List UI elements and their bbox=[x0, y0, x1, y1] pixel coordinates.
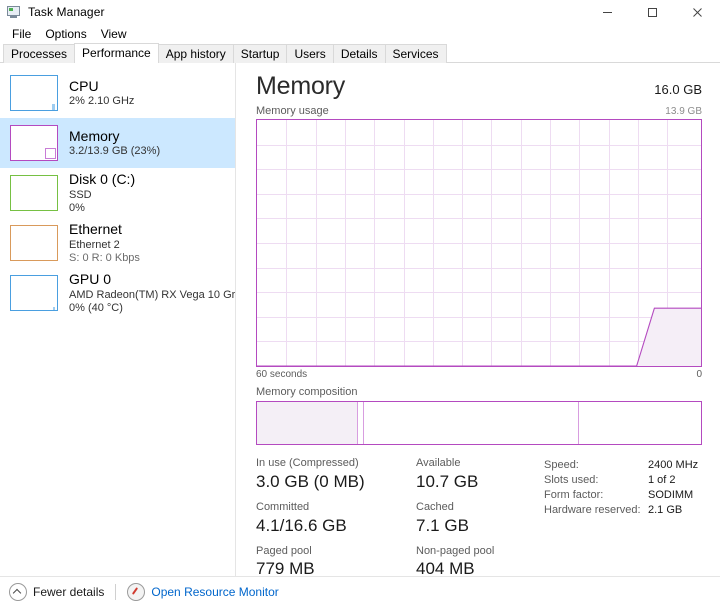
title-bar: Task Manager bbox=[0, 0, 720, 24]
graph-title: Memory usage bbox=[256, 105, 329, 117]
memory-usage-graph[interactable] bbox=[256, 119, 702, 367]
composition-title: Memory composition bbox=[256, 386, 358, 398]
stat-cached-label: Cached bbox=[416, 500, 454, 513]
maximize-button[interactable] bbox=[630, 0, 675, 24]
minimize-button[interactable] bbox=[585, 0, 630, 24]
sidebar-item-cpu-sub: 2% 2.10 GHz bbox=[69, 95, 135, 108]
ethernet-thumbnail-icon bbox=[10, 225, 58, 261]
stat-available-value: 10.7 GB bbox=[416, 471, 479, 491]
tab-app-history[interactable]: App history bbox=[157, 44, 234, 63]
info-speed-key: Speed: bbox=[544, 459, 579, 471]
info-speed-value: 2400 MHz bbox=[648, 459, 699, 471]
composition-segment-in-use[interactable] bbox=[257, 402, 357, 444]
memory-detail-panel: Memory 16.0 GB Memory usage 13.9 GB 60 s… bbox=[236, 63, 720, 578]
sidebar-item-memory-sub: 3.2/13.9 GB (23%) bbox=[69, 145, 161, 158]
stat-available: Available 10.7 GB bbox=[416, 457, 544, 493]
sidebar-item-memory-title: Memory bbox=[69, 127, 120, 144]
window-title: Task Manager bbox=[28, 5, 105, 19]
stat-in-use-value: 3.0 GB (0 MB) bbox=[256, 471, 365, 491]
composition-segment-free[interactable] bbox=[578, 402, 701, 444]
fewer-details-button[interactable]: Fewer details bbox=[9, 583, 104, 601]
fewer-details-label: Fewer details bbox=[33, 585, 105, 599]
tab-processes[interactable]: Processes bbox=[3, 44, 76, 63]
info-slots-used-key: Slots used: bbox=[544, 473, 599, 486]
info-form-factor-value: SODIMM bbox=[648, 488, 694, 501]
sidebar-item-memory[interactable]: Memory 3.2/13.9 GB (23%) bbox=[0, 118, 235, 168]
sidebar-item-disk[interactable]: Disk 0 (C:) SSD 0% bbox=[0, 168, 235, 218]
info-slots-used: Slots used: 1 of 2 bbox=[544, 473, 702, 488]
sidebar-item-disk-title: Disk 0 (C:) bbox=[69, 171, 136, 188]
hardware-info: Speed: 2400 MHz Slots used: 1 of 2 Form … bbox=[544, 457, 702, 589]
graph-header: Memory usage 13.9 GB bbox=[256, 105, 702, 117]
sidebar-item-ethernet-sub1: Ethernet 2 bbox=[69, 238, 120, 251]
info-hardware-reserved-value: 2.1 GB bbox=[648, 503, 683, 516]
task-manager-icon bbox=[6, 4, 22, 20]
window-controls bbox=[585, 0, 720, 24]
menu-item-view[interactable]: View bbox=[94, 26, 134, 42]
stat-in-use: In use (Compressed) 3.0 GB (0 MB) bbox=[256, 457, 416, 493]
resource-monitor-icon bbox=[127, 583, 146, 601]
memory-usage-plot bbox=[257, 120, 701, 366]
sidebar-item-cpu[interactable]: CPU 2% 2.10 GHz bbox=[0, 68, 235, 118]
stat-committed-value: 4.1/16.6 GB bbox=[256, 515, 347, 535]
sidebar-item-disk-sub1: SSD bbox=[69, 188, 92, 201]
page-title: Memory bbox=[256, 72, 346, 100]
menu-bar: File Options View bbox=[0, 24, 720, 43]
sidebar-item-gpu-sub2: 0% (40 °C) bbox=[69, 301, 123, 314]
tab-details[interactable]: Details bbox=[332, 44, 386, 63]
stats-column-mid: Available 10.7 GB Cached 7.1 GB Non-page… bbox=[416, 457, 544, 589]
tab-services[interactable]: Services bbox=[384, 44, 447, 63]
stat-in-use-label: In use (Compressed) bbox=[256, 457, 359, 469]
stat-committed-label: Committed bbox=[256, 500, 310, 513]
memory-statistics: In use (Compressed) 3.0 GB (0 MB) Commit… bbox=[256, 457, 702, 589]
menu-item-options[interactable]: Options bbox=[38, 26, 93, 42]
info-speed: Speed: 2400 MHz bbox=[544, 458, 702, 473]
gpu-thumbnail-icon bbox=[10, 275, 58, 311]
tab-startup[interactable]: Startup bbox=[232, 44, 288, 63]
resource-sidebar: CPU 2% 2.10 GHz Memory 3.2/13.9 GB (23%)… bbox=[0, 63, 236, 576]
sidebar-item-gpu-title: GPU 0 bbox=[69, 271, 112, 288]
stats-column-left: In use (Compressed) 3.0 GB (0 MB) Commit… bbox=[256, 457, 416, 589]
graph-axis-left: 60 seconds bbox=[256, 369, 308, 380]
graph-max-label: 13.9 GB bbox=[665, 106, 702, 117]
memory-composition-bar[interactable] bbox=[256, 401, 702, 445]
memory-thumbnail-icon bbox=[10, 125, 58, 161]
sidebar-item-ethernet-sub2: S: 0 R: 0 Kbps bbox=[69, 251, 140, 264]
graph-axis-labels: 60 seconds 0 bbox=[256, 369, 702, 380]
stat-paged-pool-label: Paged pool bbox=[256, 544, 312, 557]
tab-users[interactable]: Users bbox=[286, 44, 334, 63]
cpu-thumbnail-icon bbox=[10, 75, 58, 111]
info-form-factor: Form factor: SODIMM bbox=[544, 488, 702, 503]
status-separator bbox=[115, 584, 117, 600]
graph-axis-right: 0 bbox=[696, 369, 702, 380]
stat-committed: Committed 4.1/16.6 GB bbox=[256, 501, 416, 537]
content-area: CPU 2% 2.10 GHz Memory 3.2/13.9 GB (23%)… bbox=[0, 63, 720, 578]
total-memory-value: 16.0 GB bbox=[654, 82, 702, 97]
close-button[interactable] bbox=[675, 0, 720, 24]
status-bar: Fewer details Open Resource Monitor bbox=[0, 576, 720, 607]
stat-non-paged-pool-label: Non-paged pool bbox=[416, 544, 495, 557]
disk-thumbnail-icon bbox=[10, 175, 58, 211]
sidebar-item-cpu-title: CPU bbox=[69, 77, 99, 94]
sidebar-item-ethernet[interactable]: Ethernet Ethernet 2 S: 0 R: 0 Kbps bbox=[0, 218, 235, 268]
stat-cached: Cached 7.1 GB bbox=[416, 501, 544, 537]
sidebar-item-gpu-sub1: AMD Radeon(TM) RX Vega 10 Graphics bbox=[69, 288, 235, 301]
tab-strip: Processes Performance App history Startu… bbox=[0, 43, 720, 63]
composition-segment-standby[interactable] bbox=[363, 402, 579, 444]
info-form-factor-key: Form factor: bbox=[544, 488, 604, 501]
panel-header: Memory 16.0 GB bbox=[256, 63, 702, 101]
tab-performance[interactable]: Performance bbox=[74, 43, 159, 63]
info-hardware-reserved-key: Hardware reserved: bbox=[544, 503, 641, 516]
menu-item-file[interactable]: File bbox=[5, 26, 38, 42]
info-slots-used-value: 1 of 2 bbox=[648, 473, 676, 486]
stat-cached-value: 7.1 GB bbox=[416, 515, 469, 535]
sidebar-item-ethernet-title: Ethernet bbox=[69, 221, 122, 238]
info-hardware-reserved: Hardware reserved: 2.1 GB bbox=[544, 503, 702, 518]
chevron-up-icon bbox=[9, 583, 27, 601]
stat-available-label: Available bbox=[416, 457, 461, 469]
open-resource-monitor-label: Open Resource Monitor bbox=[151, 585, 279, 599]
sidebar-item-disk-sub2: 0% bbox=[69, 201, 85, 214]
open-resource-monitor-link[interactable]: Open Resource Monitor bbox=[127, 583, 279, 601]
sidebar-item-gpu[interactable]: GPU 0 AMD Radeon(TM) RX Vega 10 Graphics… bbox=[0, 268, 235, 318]
